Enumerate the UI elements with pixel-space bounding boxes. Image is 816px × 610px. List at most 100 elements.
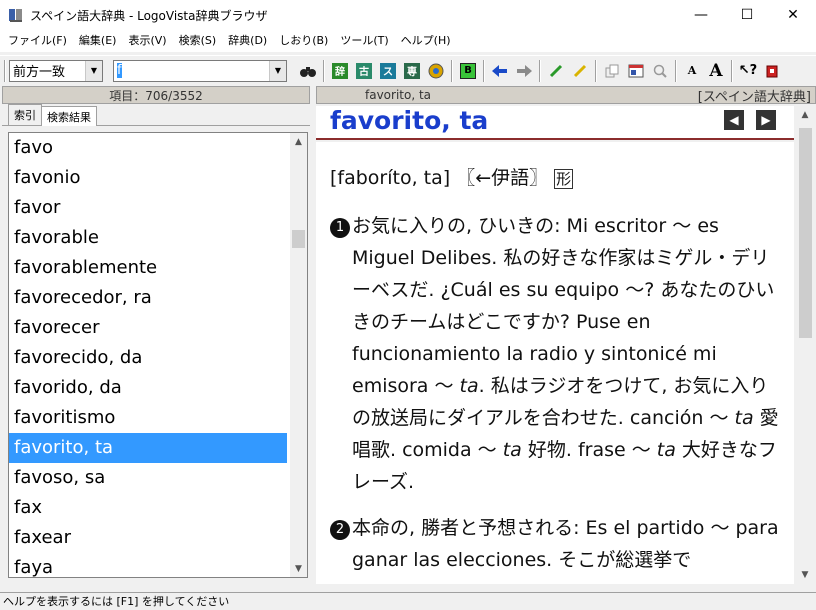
- chevron-down-icon[interactable]: ▼: [290, 560, 307, 577]
- dict-button-4[interactable]: 専: [401, 60, 423, 82]
- minimize-button[interactable]: —: [678, 0, 724, 30]
- item-count: 項目：706/3552: [2, 86, 310, 104]
- chevron-down-icon[interactable]: ▼: [85, 60, 102, 81]
- list-item[interactable]: fax: [9, 493, 287, 523]
- arrow-right-icon: [517, 64, 532, 77]
- toolbar-separator: [323, 59, 325, 82]
- headword-bar: favorito, ta ◀ ▶: [316, 106, 794, 140]
- list-item[interactable]: favorecer: [9, 313, 287, 343]
- font-small-icon: A: [687, 64, 697, 77]
- list-item[interactable]: favoritismo: [9, 403, 287, 433]
- sense-1: 1 お気に入りの, ひいきの: Mi escritor ～ es Miguel D…: [330, 210, 782, 498]
- entry-scrollbar[interactable]: ▲ ▼: [796, 106, 814, 584]
- marker-button-2[interactable]: [569, 60, 591, 82]
- index-panel: 項目：706/3552 索引 検索結果 favo favonio favor f…: [2, 86, 310, 591]
- menu-bar: ファイル(F) 編集(E) 表示(V) 検索(S) 辞典(D) しおり(B) ツ…: [0, 30, 816, 52]
- list-item[interactable]: favor: [9, 193, 287, 223]
- triangle-right-icon: ▶: [761, 113, 771, 127]
- dict-button-2[interactable]: 古: [353, 60, 375, 82]
- tab-search-results[interactable]: 検索結果: [41, 106, 97, 126]
- globe-icon: [428, 63, 444, 78]
- bookmark-button[interactable]: B: [457, 60, 479, 82]
- example-ending: ta: [656, 439, 676, 461]
- list-item-selected[interactable]: favorito, ta: [9, 433, 287, 463]
- list-item[interactable]: favorablemente: [9, 253, 287, 283]
- next-entry-button[interactable]: ▶: [756, 110, 776, 130]
- globe-button[interactable]: [425, 60, 447, 82]
- chevron-up-icon[interactable]: ▲: [796, 106, 814, 124]
- list-scrollbar[interactable]: ▲ ▼: [290, 133, 307, 577]
- status-bar: ヘルプを表示するには [F1] を押してください: [0, 592, 816, 610]
- menu-bookmark[interactable]: しおり(B): [273, 30, 334, 52]
- title-bar: スペイン語大辞典 - LogoVista辞典ブラウザ — ☐ ✕: [0, 0, 816, 30]
- back-button[interactable]: [489, 60, 511, 82]
- list-item[interactable]: faxear: [9, 523, 287, 553]
- list-item[interactable]: favorable: [9, 223, 287, 253]
- font-large-icon: A: [709, 60, 723, 81]
- list-item[interactable]: favoso, sa: [9, 463, 287, 493]
- pronunciation-line: [faboríto, ta] 〖←伊語〗形: [330, 164, 782, 192]
- headword: favorito, ta: [330, 106, 489, 135]
- pronunciation: [faboríto, ta] 〖←伊語〗: [330, 167, 549, 189]
- menu-file[interactable]: ファイル(F): [2, 30, 73, 52]
- zoom-button[interactable]: [649, 60, 671, 82]
- sense-text: 好物. frase ～: [521, 439, 657, 461]
- font-smaller-button[interactable]: A: [681, 60, 703, 82]
- dict-button-3[interactable]: ス: [377, 60, 399, 82]
- list-item[interactable]: favonio: [9, 163, 287, 193]
- index-tabs: 索引 検索結果: [2, 104, 310, 126]
- triangle-left-icon: ◀: [729, 113, 739, 127]
- example-ending: ta: [734, 407, 754, 429]
- exit-icon: [766, 65, 778, 77]
- menu-view[interactable]: 表示(V): [122, 30, 172, 52]
- sense-2: 2 本命の, 勝者と予想される: Es el partido ～ para gan…: [330, 512, 782, 576]
- search-button[interactable]: [297, 60, 319, 82]
- dictionary-name: [スペイン語大辞典]: [697, 89, 811, 105]
- app-book-icon: [9, 9, 22, 22]
- toolbar: 前方一致 ▼ f ▼ 辞 古 ス 専 B A A ↖?: [0, 55, 816, 85]
- dictionary-icon: 古: [356, 62, 372, 79]
- dict-button-1[interactable]: 辞: [329, 60, 351, 82]
- menu-edit[interactable]: 編集(E): [73, 30, 123, 52]
- marker-button-1[interactable]: [545, 60, 567, 82]
- magnifier-icon: [653, 64, 667, 78]
- search-input-value: f: [117, 63, 122, 78]
- pos-badge: 形: [554, 169, 574, 189]
- copy-button[interactable]: [601, 60, 623, 82]
- tab-index[interactable]: 索引: [8, 104, 42, 125]
- chevron-down-icon[interactable]: ▼: [796, 566, 814, 584]
- layout-button[interactable]: [625, 60, 647, 82]
- close-button[interactable]: ✕: [770, 0, 816, 30]
- exit-button[interactable]: [761, 60, 783, 82]
- menu-dictionary[interactable]: 辞典(D): [222, 30, 273, 52]
- prev-entry-button[interactable]: ◀: [724, 110, 744, 130]
- menu-tools[interactable]: ツール(T): [334, 30, 394, 52]
- list-item[interactable]: favorido, da: [9, 373, 287, 403]
- example-ending: ta: [502, 439, 522, 461]
- menu-search[interactable]: 検索(S): [173, 30, 223, 52]
- font-larger-button[interactable]: A: [705, 60, 727, 82]
- list-item[interactable]: faya: [9, 553, 287, 577]
- arrow-left-icon: [492, 64, 507, 77]
- toolbar-separator: [539, 59, 541, 82]
- scrollbar-thumb[interactable]: [292, 230, 305, 248]
- search-input[interactable]: f ▼: [113, 59, 287, 82]
- list-item[interactable]: favorecido, da: [9, 343, 287, 373]
- menu-help[interactable]: ヘルプ(H): [395, 30, 457, 52]
- sense-text: 本命の, 勝者と予想される: Es el partido ～ para gana…: [352, 517, 779, 571]
- chevron-up-icon[interactable]: ▲: [290, 133, 307, 150]
- context-help-button[interactable]: ↖?: [737, 60, 759, 82]
- chevron-down-icon[interactable]: ▼: [269, 60, 286, 81]
- copy-icon: [605, 64, 619, 77]
- toolbar-separator: [595, 59, 597, 82]
- list-item[interactable]: favorecedor, ra: [9, 283, 287, 313]
- scrollbar-thumb[interactable]: [799, 128, 812, 338]
- toolbar-grip: [4, 59, 6, 82]
- example-ending: ta: [459, 375, 479, 397]
- list-item[interactable]: favo: [9, 133, 287, 163]
- maximize-button[interactable]: ☐: [724, 0, 770, 30]
- entry-header-word: favorito, ta: [365, 88, 432, 102]
- forward-button[interactable]: [513, 60, 535, 82]
- dictionary-icon: 辞: [332, 62, 348, 79]
- search-mode-select[interactable]: 前方一致 ▼: [9, 59, 103, 82]
